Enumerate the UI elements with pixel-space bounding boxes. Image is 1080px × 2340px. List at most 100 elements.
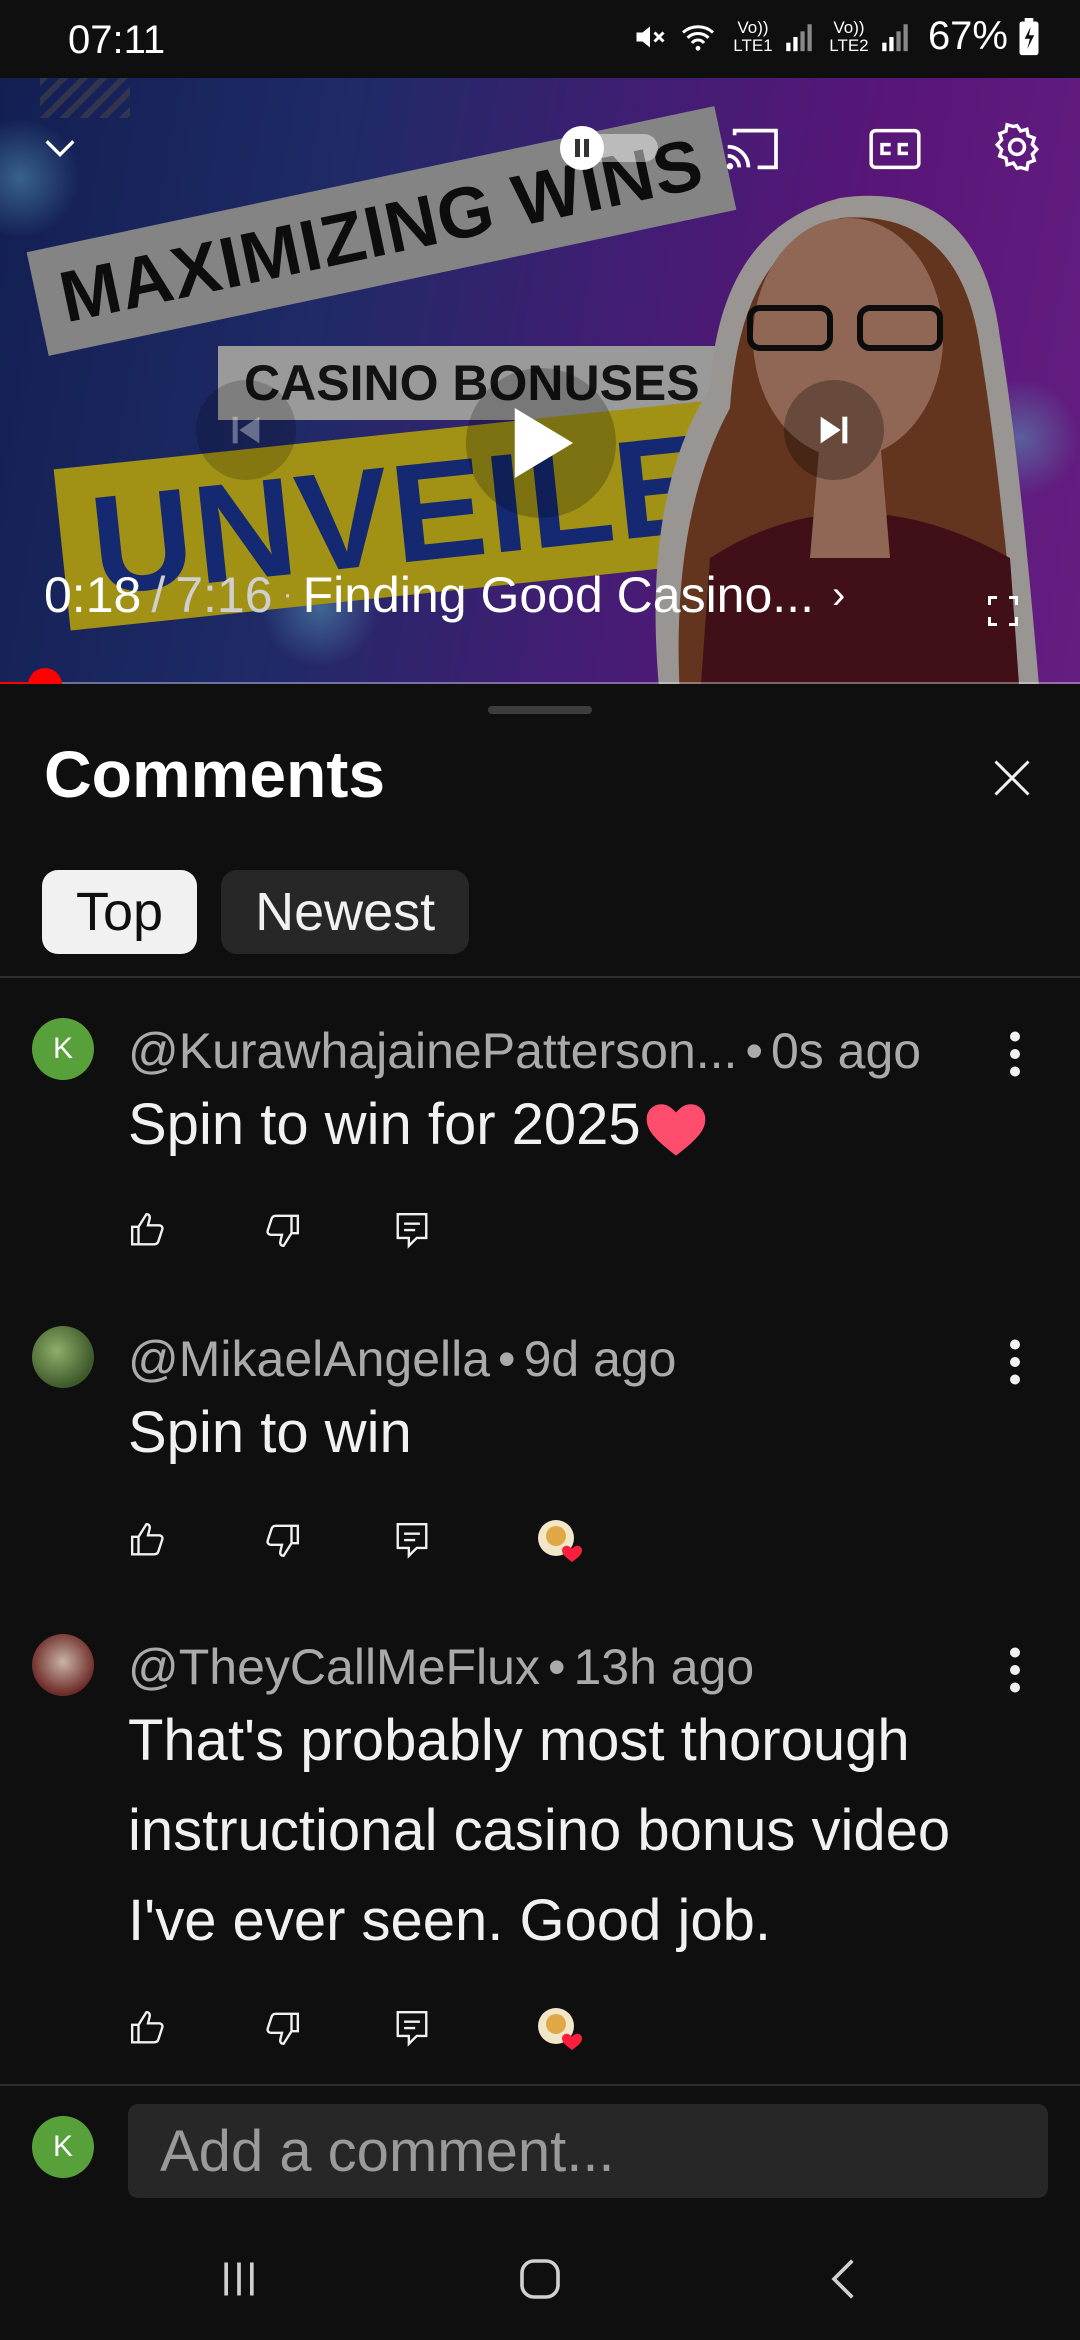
dislike-button[interactable] bbox=[262, 1520, 302, 1560]
signal-icon bbox=[786, 23, 812, 51]
battery-percent: 67% bbox=[927, 14, 1008, 58]
comment-text: Spin to win bbox=[128, 1400, 412, 1465]
comment-time: 0s ago bbox=[770, 1023, 922, 1079]
status-icons: Vo)) LTE1 Vo)) LTE2 67% bbox=[632, 14, 1040, 59]
comment-actions bbox=[128, 2006, 582, 2050]
chevron-right-icon: › bbox=[831, 572, 846, 617]
system-nav-bar bbox=[0, 2210, 1080, 2340]
more-vertical-icon bbox=[1010, 1339, 1020, 1385]
reply-button[interactable] bbox=[392, 1520, 432, 1560]
comment-time: 9d ago bbox=[523, 1331, 677, 1387]
avatar[interactable] bbox=[32, 1634, 94, 1696]
reply-icon bbox=[396, 1212, 428, 1249]
sim2-label: Vo)) LTE2 bbox=[829, 17, 869, 55]
comment-meta: @TheyCallMeFlux • 13h ago bbox=[128, 1638, 754, 1696]
separator-dot-icon: • bbox=[498, 1331, 516, 1387]
close-icon bbox=[994, 760, 1030, 796]
avatar[interactable]: K bbox=[32, 1018, 94, 1080]
thumbs-down-icon bbox=[266, 1524, 300, 1558]
like-button[interactable] bbox=[128, 1210, 168, 1250]
home-icon bbox=[520, 2259, 560, 2299]
next-video-button[interactable] bbox=[784, 380, 884, 480]
creator-heart-badge bbox=[536, 1518, 582, 1562]
thumbs-up-icon bbox=[130, 1212, 164, 1246]
back-icon bbox=[831, 2259, 854, 2299]
closed-captions-icon bbox=[869, 128, 921, 170]
more-vertical-icon bbox=[1010, 1031, 1020, 1077]
separator-dot-icon: · bbox=[282, 578, 293, 611]
collapse-player-button[interactable] bbox=[30, 118, 90, 178]
home-button[interactable] bbox=[505, 2244, 575, 2314]
play-icon bbox=[514, 408, 574, 478]
heart-emoji-icon bbox=[646, 1103, 705, 1156]
time-separator: / bbox=[151, 567, 166, 623]
chapter-title: Finding Good Casino... bbox=[302, 567, 814, 623]
settings-button[interactable] bbox=[984, 114, 1050, 180]
comment-more-button[interactable] bbox=[1000, 1024, 1030, 1084]
play-button[interactable] bbox=[466, 368, 616, 518]
battery-charging-icon bbox=[1019, 17, 1039, 55]
cast-icon bbox=[726, 128, 778, 170]
chevron-down-icon bbox=[45, 140, 75, 158]
reply-button[interactable] bbox=[392, 1210, 432, 1250]
separator-dot-icon: • bbox=[547, 1639, 566, 1695]
reply-icon bbox=[396, 2010, 428, 2047]
avatar[interactable] bbox=[32, 1326, 94, 1388]
thumbs-up-icon bbox=[130, 1522, 164, 1556]
divider bbox=[0, 976, 1080, 978]
reply-button[interactable] bbox=[392, 2008, 432, 2048]
dislike-button[interactable] bbox=[262, 1210, 302, 1250]
comment-composer: K bbox=[0, 2086, 1080, 2210]
thumbs-up-icon bbox=[130, 2010, 164, 2044]
like-button[interactable] bbox=[128, 1520, 168, 1560]
comments-title: Comments bbox=[44, 737, 386, 811]
separator-dot-icon: • bbox=[745, 1023, 763, 1079]
more-vertical-icon bbox=[1010, 1647, 1020, 1693]
gear-icon bbox=[994, 122, 1040, 172]
recents-button[interactable] bbox=[204, 2244, 274, 2314]
comment-more-button[interactable] bbox=[1000, 1332, 1030, 1392]
recents-icon bbox=[224, 2262, 254, 2296]
previous-video-button[interactable] bbox=[196, 380, 296, 480]
wifi-icon bbox=[681, 24, 714, 51]
like-button[interactable] bbox=[128, 2008, 168, 2048]
comment-time: 13h ago bbox=[573, 1639, 755, 1695]
reply-icon bbox=[396, 1522, 428, 1559]
comment-sort-chips: Top Newest bbox=[42, 870, 470, 954]
fullscreen-button[interactable] bbox=[978, 586, 1028, 636]
cast-button[interactable] bbox=[720, 116, 786, 182]
mute-icon bbox=[636, 26, 665, 47]
time-and-chapter[interactable]: 0:18 / 7:16 · Finding Good Casino... › bbox=[44, 566, 845, 624]
comment-meta: @MikaelAngella • 9d ago bbox=[128, 1330, 677, 1388]
add-comment-input[interactable] bbox=[128, 2104, 1048, 2198]
comment-author[interactable]: @KurawhajainePatterson... bbox=[128, 1023, 737, 1079]
creator-heart-icon bbox=[538, 1520, 582, 1562]
dislike-button[interactable] bbox=[262, 2008, 302, 2048]
thumbs-down-icon bbox=[266, 2012, 300, 2046]
chip-newest[interactable]: Newest bbox=[221, 870, 470, 954]
autoplay-toggle[interactable] bbox=[560, 126, 660, 170]
skip-previous-icon bbox=[232, 416, 260, 444]
current-time: 0:18 bbox=[44, 567, 142, 623]
video-player[interactable]: MAXIMIZING WINS CASINO BONUSES UNVEILED bbox=[0, 78, 1080, 684]
comment-text-row: Spin to win for 2025 bbox=[128, 1080, 1008, 1170]
chip-top[interactable]: Top bbox=[42, 870, 198, 954]
back-button[interactable] bbox=[810, 2244, 880, 2314]
captions-button[interactable] bbox=[862, 116, 928, 182]
comment-author[interactable]: @MikaelAngella bbox=[128, 1331, 490, 1387]
status-time: 07:11 bbox=[68, 18, 166, 62]
comment-text: Spin to win for 2025 bbox=[128, 1092, 641, 1157]
autoplay-pause-icon bbox=[560, 126, 658, 170]
video-duration: 7:16 bbox=[175, 567, 273, 623]
comment-author[interactable]: @TheyCallMeFlux bbox=[128, 1639, 540, 1695]
avatar[interactable]: K bbox=[32, 2116, 94, 2178]
thumbs-down-icon bbox=[266, 1214, 300, 1248]
close-comments-button[interactable] bbox=[990, 756, 1044, 810]
comment-actions bbox=[128, 1518, 582, 1562]
drag-handle[interactable] bbox=[488, 706, 592, 714]
signal-icon bbox=[882, 23, 908, 51]
comment-more-button[interactable] bbox=[1000, 1640, 1030, 1700]
fullscreen-icon bbox=[988, 596, 1018, 626]
comment-actions bbox=[128, 1210, 536, 1250]
comment-meta: @KurawhajainePatterson... • 0s ago bbox=[128, 1022, 921, 1080]
